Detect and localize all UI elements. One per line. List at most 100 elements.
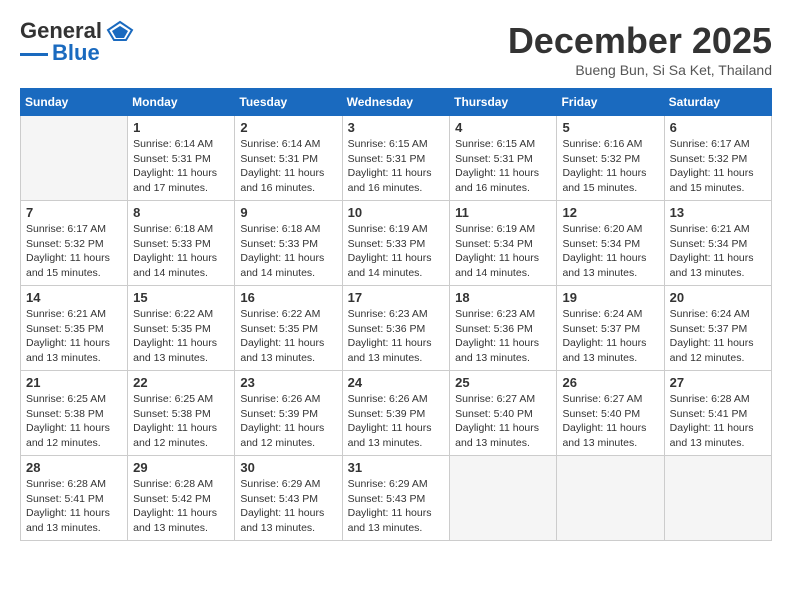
day-info: Sunrise: 6:28 AM Sunset: 5:41 PM Dayligh… <box>670 392 766 451</box>
day-number: 11 <box>455 205 551 220</box>
calendar-header-row: SundayMondayTuesdayWednesdayThursdayFrid… <box>21 89 772 116</box>
calendar-cell <box>557 456 664 541</box>
day-info: Sunrise: 6:24 AM Sunset: 5:37 PM Dayligh… <box>562 307 658 366</box>
calendar-cell: 22 Sunrise: 6:25 AM Sunset: 5:38 PM Dayli… <box>128 371 235 456</box>
day-info: Sunrise: 6:16 AM Sunset: 5:32 PM Dayligh… <box>562 137 658 196</box>
calendar-cell: 31 Sunrise: 6:29 AM Sunset: 5:43 PM Dayli… <box>342 456 450 541</box>
calendar-cell: 27 Sunrise: 6:28 AM Sunset: 5:41 PM Dayli… <box>664 371 771 456</box>
day-number: 6 <box>670 120 766 135</box>
day-number: 16 <box>240 290 336 305</box>
calendar-cell: 1 Sunrise: 6:14 AM Sunset: 5:31 PM Daylig… <box>128 116 235 201</box>
calendar-week-row: 7Sunrise: 6:17 AM Sunset: 5:32 PM Daylig… <box>21 201 772 286</box>
calendar-cell: 10 Sunrise: 6:19 AM Sunset: 5:33 PM Dayli… <box>342 201 450 286</box>
calendar-cell: 12Sunrise: 6:20 AM Sunset: 5:34 PM Dayli… <box>557 201 664 286</box>
calendar-cell: 3 Sunrise: 6:15 AM Sunset: 5:31 PM Daylig… <box>342 116 450 201</box>
day-of-week-wednesday: Wednesday <box>342 89 450 116</box>
day-info: Sunrise: 6:26 AM Sunset: 5:39 PM Dayligh… <box>240 392 336 451</box>
day-info: Sunrise: 6:28 AM Sunset: 5:41 PM Dayligh… <box>26 477 122 536</box>
calendar-cell <box>21 116 128 201</box>
page-header: General Blue December 2025 Bueng Bun, Si… <box>20 20 772 78</box>
day-info: Sunrise: 6:29 AM Sunset: 5:43 PM Dayligh… <box>240 477 336 536</box>
day-info: Sunrise: 6:14 AM Sunset: 5:31 PM Dayligh… <box>240 137 336 196</box>
calendar-cell: 26 Sunrise: 6:27 AM Sunset: 5:40 PM Dayli… <box>557 371 664 456</box>
calendar-cell: 25Sunrise: 6:27 AM Sunset: 5:40 PM Dayli… <box>450 371 557 456</box>
day-info: Sunrise: 6:25 AM Sunset: 5:38 PM Dayligh… <box>26 392 122 451</box>
day-number: 25 <box>455 375 551 390</box>
day-info: Sunrise: 6:24 AM Sunset: 5:37 PM Dayligh… <box>670 307 766 366</box>
day-number: 23 <box>240 375 336 390</box>
day-of-week-sunday: Sunday <box>21 89 128 116</box>
day-info: Sunrise: 6:18 AM Sunset: 5:33 PM Dayligh… <box>133 222 229 281</box>
calendar-cell: 24 Sunrise: 6:26 AM Sunset: 5:39 PM Dayli… <box>342 371 450 456</box>
calendar-cell: 2 Sunrise: 6:14 AM Sunset: 5:31 PM Daylig… <box>235 116 342 201</box>
calendar-cell: 9 Sunrise: 6:18 AM Sunset: 5:33 PM Daylig… <box>235 201 342 286</box>
logo-blue-line <box>20 53 48 56</box>
day-number: 19 <box>562 290 658 305</box>
day-info: Sunrise: 6:15 AM Sunset: 5:31 PM Dayligh… <box>455 137 551 196</box>
day-number: 17 <box>348 290 445 305</box>
calendar-cell: 14 Sunrise: 6:21 AM Sunset: 5:35 PM Dayli… <box>21 286 128 371</box>
day-number: 26 <box>562 375 658 390</box>
day-number: 3 <box>348 120 445 135</box>
day-number: 9 <box>240 205 336 220</box>
day-number: 1 <box>133 120 229 135</box>
day-number: 15 <box>133 290 229 305</box>
day-info: Sunrise: 6:19 AM Sunset: 5:34 PM Dayligh… <box>455 222 551 281</box>
day-info: Sunrise: 6:14 AM Sunset: 5:31 PM Dayligh… <box>133 137 229 196</box>
day-number: 2 <box>240 120 336 135</box>
day-number: 31 <box>348 460 445 475</box>
day-info: Sunrise: 6:28 AM Sunset: 5:42 PM Dayligh… <box>133 477 229 536</box>
day-number: 4 <box>455 120 551 135</box>
day-number: 30 <box>240 460 336 475</box>
calendar-cell <box>664 456 771 541</box>
day-info: Sunrise: 6:18 AM Sunset: 5:33 PM Dayligh… <box>240 222 336 281</box>
day-number: 18 <box>455 290 551 305</box>
calendar-cell: 30 Sunrise: 6:29 AM Sunset: 5:43 PM Dayli… <box>235 456 342 541</box>
logo: General Blue <box>20 20 134 64</box>
day-number: 22 <box>133 375 229 390</box>
day-info: Sunrise: 6:25 AM Sunset: 5:38 PM Dayligh… <box>133 392 229 451</box>
day-info: Sunrise: 6:19 AM Sunset: 5:33 PM Dayligh… <box>348 222 445 281</box>
logo-blue-text: Blue <box>52 42 100 64</box>
calendar-week-row: 14 Sunrise: 6:21 AM Sunset: 5:35 PM Dayli… <box>21 286 772 371</box>
month-title: December 2025 <box>508 20 772 62</box>
day-info: Sunrise: 6:15 AM Sunset: 5:31 PM Dayligh… <box>348 137 445 196</box>
day-info: Sunrise: 6:23 AM Sunset: 5:36 PM Dayligh… <box>455 307 551 366</box>
calendar-cell: 7Sunrise: 6:17 AM Sunset: 5:32 PM Daylig… <box>21 201 128 286</box>
day-of-week-tuesday: Tuesday <box>235 89 342 116</box>
day-info: Sunrise: 6:21 AM Sunset: 5:34 PM Dayligh… <box>670 222 766 281</box>
day-number: 12 <box>562 205 658 220</box>
day-number: 27 <box>670 375 766 390</box>
day-info: Sunrise: 6:27 AM Sunset: 5:40 PM Dayligh… <box>562 392 658 451</box>
calendar-cell <box>450 456 557 541</box>
calendar-cell: 6 Sunrise: 6:17 AM Sunset: 5:32 PM Daylig… <box>664 116 771 201</box>
calendar-cell: 15Sunrise: 6:22 AM Sunset: 5:35 PM Dayli… <box>128 286 235 371</box>
day-of-week-saturday: Saturday <box>664 89 771 116</box>
day-number: 8 <box>133 205 229 220</box>
calendar-cell: 21Sunrise: 6:25 AM Sunset: 5:38 PM Dayli… <box>21 371 128 456</box>
day-info: Sunrise: 6:23 AM Sunset: 5:36 PM Dayligh… <box>348 307 445 366</box>
calendar-cell: 19 Sunrise: 6:24 AM Sunset: 5:37 PM Dayli… <box>557 286 664 371</box>
day-number: 24 <box>348 375 445 390</box>
day-number: 10 <box>348 205 445 220</box>
calendar-cell: 5Sunrise: 6:16 AM Sunset: 5:32 PM Daylig… <box>557 116 664 201</box>
day-info: Sunrise: 6:21 AM Sunset: 5:35 PM Dayligh… <box>26 307 122 366</box>
calendar-cell: 11 Sunrise: 6:19 AM Sunset: 5:34 PM Dayli… <box>450 201 557 286</box>
day-of-week-friday: Friday <box>557 89 664 116</box>
calendar-week-row: 21Sunrise: 6:25 AM Sunset: 5:38 PM Dayli… <box>21 371 772 456</box>
day-number: 14 <box>26 290 122 305</box>
calendar-cell: 16Sunrise: 6:22 AM Sunset: 5:35 PM Dayli… <box>235 286 342 371</box>
location: Bueng Bun, Si Sa Ket, Thailand <box>508 62 772 78</box>
day-info: Sunrise: 6:26 AM Sunset: 5:39 PM Dayligh… <box>348 392 445 451</box>
logo-icon <box>106 20 134 42</box>
day-info: Sunrise: 6:29 AM Sunset: 5:43 PM Dayligh… <box>348 477 445 536</box>
calendar-cell: 28Sunrise: 6:28 AM Sunset: 5:41 PM Dayli… <box>21 456 128 541</box>
calendar-cell: 4 Sunrise: 6:15 AM Sunset: 5:31 PM Daylig… <box>450 116 557 201</box>
day-number: 20 <box>670 290 766 305</box>
calendar-cell: 8 Sunrise: 6:18 AM Sunset: 5:33 PM Daylig… <box>128 201 235 286</box>
calendar-cell: 18 Sunrise: 6:23 AM Sunset: 5:36 PM Dayli… <box>450 286 557 371</box>
calendar-cell: 13Sunrise: 6:21 AM Sunset: 5:34 PM Dayli… <box>664 201 771 286</box>
title-section: December 2025 Bueng Bun, Si Sa Ket, Thai… <box>508 20 772 78</box>
day-info: Sunrise: 6:17 AM Sunset: 5:32 PM Dayligh… <box>670 137 766 196</box>
logo-general: General <box>20 20 102 42</box>
